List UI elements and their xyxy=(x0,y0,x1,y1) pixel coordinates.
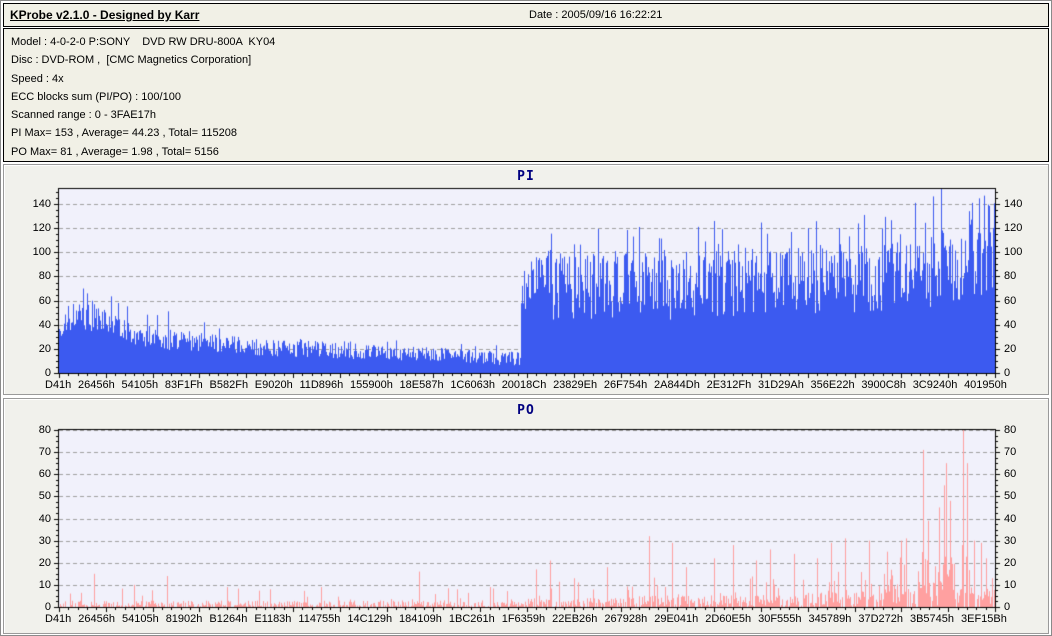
y-tick-label: 40 xyxy=(38,318,51,331)
y-tick-label: 80 xyxy=(38,270,51,283)
x-tick-label: E1183h xyxy=(254,613,292,625)
x-tick-label: 114755h xyxy=(298,613,341,625)
info-model: Model : 4-0-2-0 P:SONY DVD RW DRU-800A K… xyxy=(11,36,276,48)
x-tick-label: 2A844Dh xyxy=(653,379,700,391)
x-axis-labels: D41h 26456h 54105h 83F1Fh B582Fh E9020h 11D896… xyxy=(45,379,1007,391)
x-tick-label: B582Fh xyxy=(209,379,249,391)
x-tick-label: 18E587h xyxy=(399,379,444,391)
y-tick-label: 80 xyxy=(1004,270,1017,283)
x-tick-label: 2D60E5h xyxy=(705,613,752,625)
y-tick-label: 70 xyxy=(38,446,51,459)
po-chart-plot: 0 0 10 10 20 20 30 30 40 40 50 50 60 60 70 70 80 80 D41h 26… xyxy=(39,424,1017,625)
app-title: KProbe v2.1.0 - Designed by Karr xyxy=(10,8,200,22)
y-tick-label: 40 xyxy=(1004,318,1017,331)
y-tick-label: 50 xyxy=(38,490,51,503)
x-tick-label: 345789h xyxy=(808,613,852,625)
x-tick-label: 31D29Ah xyxy=(757,379,804,391)
info-po-stats: PO Max= 81 , Average= 1.98 , Total= 5156 xyxy=(11,145,219,158)
x-tick-label: 83F1Fh xyxy=(164,379,203,391)
info-scanned-range: Scanned range : 0 - 3FAE17h xyxy=(11,109,156,122)
x-tick-label: 3900C8h xyxy=(861,379,906,391)
x-tick-label: 155900h xyxy=(350,379,393,391)
x-tick-label: 26456h xyxy=(78,379,115,391)
po-chart-canvas xyxy=(51,428,1003,615)
info-disc: Disc : DVD-ROM , [CMC Magnetics Corporat… xyxy=(11,54,252,67)
y-tick-label: 120 xyxy=(1004,222,1023,235)
po-chart-title: PO xyxy=(517,403,535,418)
y-tick-label: 140 xyxy=(1004,198,1023,211)
y-tick-label: 60 xyxy=(38,468,51,481)
x-tick-label: 3C9240h xyxy=(912,379,958,391)
x-tick-label: 26F754h xyxy=(603,379,648,391)
scan-date: Date : 2005/09/16 16:22:21 xyxy=(529,9,663,21)
x-tick-label: 2E312Fh xyxy=(706,379,752,391)
x-tick-label: 14C129h xyxy=(347,613,393,625)
x-tick-label: B1264h xyxy=(209,613,248,625)
header-bar: KProbe v2.1.0 - Designed by Karr Date : … xyxy=(3,3,1049,27)
y-tick-label: 0 xyxy=(1004,601,1011,613)
x-tick-label: 3B5745h xyxy=(909,613,955,625)
x-tick-label: D41h xyxy=(45,379,72,391)
x-tick-label: 1C6063h xyxy=(450,379,495,391)
x-tick-label: 22EB26h xyxy=(552,613,598,625)
x-tick-label: D41h xyxy=(45,613,72,625)
y-tick-label: 10 xyxy=(38,578,51,591)
x-tick-label: 81902h xyxy=(165,613,203,625)
x-tick-label: 20018Ch xyxy=(501,379,547,391)
y-tick-label: 40 xyxy=(38,512,51,525)
y-tick-label: 10 xyxy=(1004,578,1017,591)
x-tick-label: 184109h xyxy=(399,613,442,625)
y-tick-label: 20 xyxy=(1004,342,1017,355)
y-tick-label: 20 xyxy=(38,556,51,569)
info-speed: Speed : 4x xyxy=(11,72,64,85)
x-tick-label: 11D896h xyxy=(299,379,344,391)
x-tick-label: 54105h xyxy=(121,613,159,625)
pi-chart-title: PI xyxy=(517,169,535,184)
pi-chart-plot: 0 0 20 20 40 40 60 60 80 80 100 100 120 120 140 140 D41h… xyxy=(33,187,1022,391)
x-axis-labels: D41h 26456h 54105h 81902h B1264h E1183h 114755… xyxy=(45,613,1007,625)
y-tick-label: 20 xyxy=(1004,556,1017,569)
po-chart-panel: PO 0 0 10 10 20 20 30 30 40 40 50 50 60 60 70 70 80 80 D41… xyxy=(3,398,1049,634)
kprobe-window: KProbe v2.1.0 - Designed by Karr Date : … xyxy=(0,0,1052,636)
x-tick-label: 1BC261h xyxy=(448,613,495,625)
info-ecc-sum: ECC blocks sum (PI/PO) : 100/100 xyxy=(11,90,181,103)
x-tick-label: 37D272h xyxy=(858,613,903,625)
y-tick-label: 40 xyxy=(1004,512,1017,525)
x-tick-label: E9020h xyxy=(254,379,293,391)
x-tick-label: 3EF15Bh xyxy=(961,613,1007,625)
y-tick-label: 100 xyxy=(1004,246,1023,259)
y-tick-label: 60 xyxy=(38,294,51,307)
y-tick-label: 80 xyxy=(1004,424,1017,436)
y-tick-label: 60 xyxy=(1004,294,1017,307)
y-tick-label: 20 xyxy=(38,342,51,355)
y-tick-label: 120 xyxy=(32,222,51,235)
x-tick-label: 267928h xyxy=(604,613,648,625)
scan-info-panel: Model : 4-0-2-0 P:SONY DVD RW DRU-800A K… xyxy=(3,28,1049,162)
x-tick-label: 356E22h xyxy=(810,379,855,391)
y-tick-label: 60 xyxy=(1004,468,1017,481)
x-tick-label: 1F6359h xyxy=(501,613,546,625)
y-tick-label: 80 xyxy=(38,424,51,436)
y-tick-label: 30 xyxy=(38,534,51,547)
x-tick-label: 29E041h xyxy=(654,613,699,625)
y-tick-label: 0 xyxy=(1004,367,1011,379)
x-tick-label: 54105h xyxy=(121,379,159,391)
y-tick-label: 30 xyxy=(1004,534,1017,547)
y-tick-label: 140 xyxy=(32,198,51,211)
y-tick-label: 70 xyxy=(1004,446,1017,459)
pi-chart-panel: PI 0 0 20 20 40 40 60 60 80 80 100 100 120 120 140 140 D… xyxy=(3,164,1049,395)
x-tick-label: 26456h xyxy=(78,613,115,625)
pi-chart-canvas xyxy=(51,187,1003,381)
x-tick-label: 401950h xyxy=(964,379,1007,391)
x-tick-label: 30F555h xyxy=(758,613,802,625)
y-tick-label: 50 xyxy=(1004,490,1017,503)
y-tick-label: 100 xyxy=(32,246,51,259)
info-pi-stats: PI Max= 153 , Average= 44.23 , Total= 11… xyxy=(11,127,237,140)
x-tick-label: 23829Eh xyxy=(553,379,598,391)
